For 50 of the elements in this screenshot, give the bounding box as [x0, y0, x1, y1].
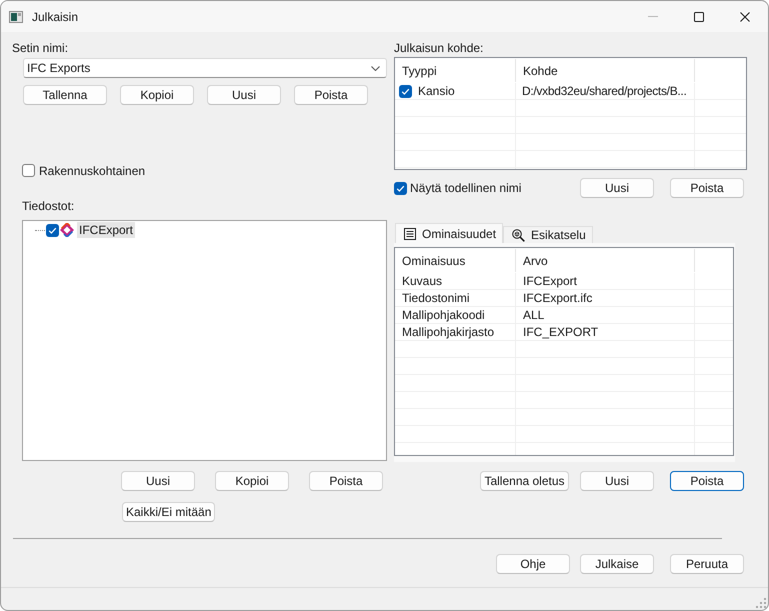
table-cell-text: Mallipohjakirjasto	[401, 324, 496, 340]
table-cell-text: ALL	[522, 307, 546, 323]
set-name-combobox[interactable]: IFC Exports	[23, 58, 387, 78]
tree-item-label[interactable]: IFCExport	[77, 222, 136, 238]
push-button[interactable]: Tallenna oletus	[480, 471, 569, 491]
push-button[interactable]: Uusi	[121, 471, 195, 491]
window-title: Julkaisin	[32, 10, 78, 24]
column-header[interactable]: Kohde	[516, 59, 695, 82]
table-cell-text: IFC_EXPORT	[522, 324, 600, 340]
column-header[interactable]: Arvo	[516, 249, 695, 272]
push-button[interactable]: Kopioi	[215, 471, 289, 491]
checkbox[interactable]	[22, 164, 35, 177]
magnifier-icon	[512, 228, 526, 242]
app-icon	[9, 10, 23, 22]
table-cell: Kansio	[418, 84, 455, 98]
push-button[interactable]: Ohje	[496, 554, 570, 574]
table-cell-text: Kuvaus	[401, 273, 444, 289]
table-cell-text: IFCExport.ifc	[522, 290, 594, 306]
push-button[interactable]: Poista	[670, 178, 744, 198]
table-cell-text: D:/vxbd32eu/shared/projects/B...	[521, 83, 688, 99]
field-label: Setin nimi:	[12, 41, 68, 55]
push-button[interactable]: Julkaise	[580, 554, 654, 574]
push-button[interactable]: Poista	[294, 85, 368, 105]
checkbox-label[interactable]: Rakennuskohtainen	[39, 164, 146, 178]
push-button[interactable]: Uusi	[580, 178, 654, 198]
tab[interactable]: Ominaisuudet	[395, 223, 504, 243]
table-cell-text: Tiedostonimi	[401, 290, 471, 306]
push-button[interactable]: Peruuta	[670, 554, 744, 574]
checkbox[interactable]	[394, 182, 407, 194]
logo-icon	[60, 223, 74, 237]
push-button[interactable]: Uusi	[207, 85, 281, 105]
field-label: Tiedostot:	[22, 199, 74, 213]
push-button[interactable]: Kopioi	[120, 85, 194, 105]
push-button[interactable]: Poista	[309, 471, 383, 491]
push-button[interactable]: Uusi	[580, 471, 654, 491]
checkbox[interactable]	[46, 224, 59, 236]
select-all-button[interactable]: Kaikki/Ei mitään	[122, 502, 216, 522]
list-icon	[404, 228, 416, 240]
resize-grip-icon[interactable]	[756, 598, 766, 608]
column-header[interactable]: Tyyppi	[395, 59, 516, 82]
push-button[interactable]: Poista	[670, 471, 744, 491]
checkbox[interactable]	[399, 84, 412, 98]
push-button[interactable]: Tallenna	[23, 85, 107, 105]
table-cell-text: Mallipohjakoodi	[401, 307, 486, 323]
chevron-down-icon	[371, 66, 380, 70]
field-label: Julkaisun kohde:	[394, 41, 484, 55]
checkbox-label[interactable]: Näytä todellinen nimi	[410, 181, 522, 195]
tab[interactable]: Esikatselu	[503, 226, 593, 243]
table-cell-text: IFCExport	[522, 273, 578, 289]
column-header[interactable]: Ominaisuus	[395, 249, 516, 272]
